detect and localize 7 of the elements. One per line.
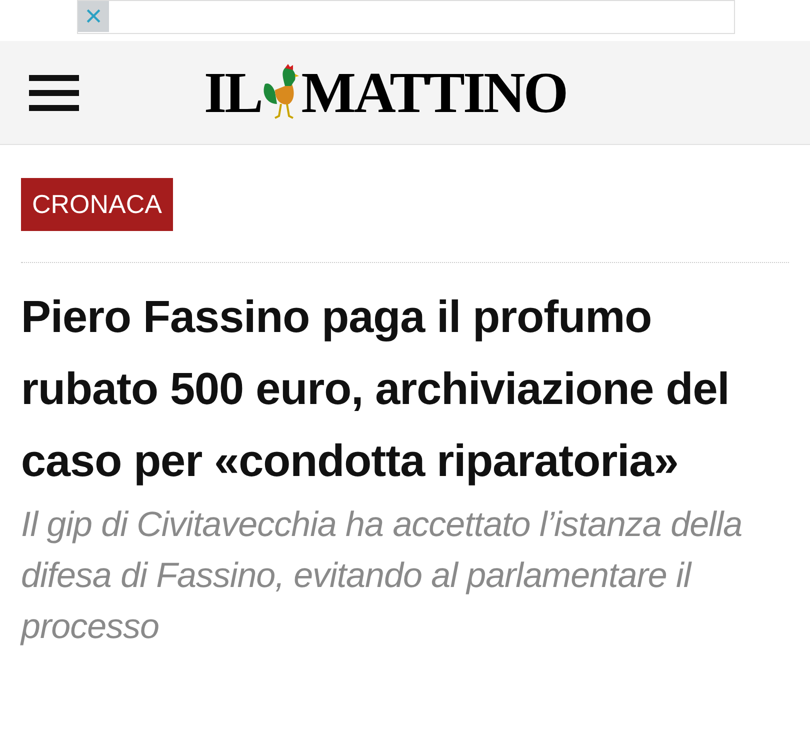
subtitle: Il gip di Civitavecchia ha accettato l’istanza della difesa di Fassino, evitando al parlamentare il processo [21,504,744,648]
logo-text: MATTINO [301,64,567,122]
category-tag[interactable]: CRONACA [21,178,174,231]
menu-icon[interactable] [29,74,79,110]
rooster-icon [261,64,302,122]
headline: Piero Fassino paga il profumo rubato 500 euro, archiviazione del caso per «condotta riparatoria» [21,290,730,488]
logo-text: IL [204,64,262,122]
